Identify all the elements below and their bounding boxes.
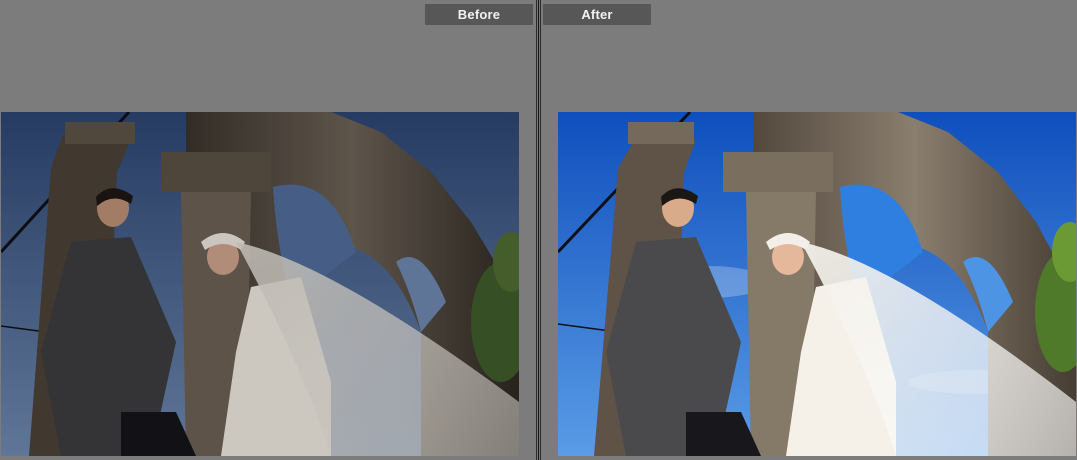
before-pane: Before [0,0,536,460]
after-photo-image [558,112,1076,456]
after-label[interactable]: After [543,4,651,25]
before-label[interactable]: Before [425,4,533,25]
before-photo-image [1,112,519,456]
after-photo[interactable] [558,112,1076,456]
before-after-compare-view: Before After [0,0,1077,460]
after-pane: After [541,0,1077,460]
divider-line [538,0,539,460]
before-photo[interactable] [1,112,519,456]
